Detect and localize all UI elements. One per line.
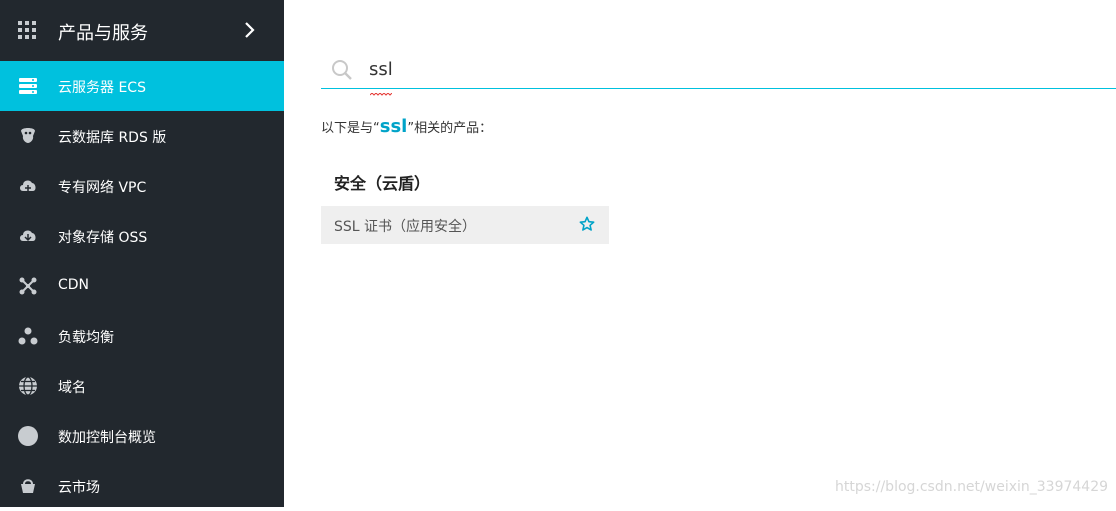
- chevron-right-icon[interactable]: [243, 21, 257, 44]
- sidebar-item-label: 域名: [58, 380, 86, 396]
- search-bar: [321, 52, 1116, 96]
- globe-icon: [18, 376, 38, 396]
- sidebar-item-cdn[interactable]: CDN: [0, 261, 284, 311]
- products-services-header[interactable]: 产品与服务: [0, 0, 284, 61]
- sidebar-item-oss[interactable]: 对象存储 OSS: [0, 211, 284, 261]
- sidebar-item-label: 数加控制台概览: [58, 430, 156, 446]
- result-prefix: 以下是与“: [321, 121, 380, 136]
- sidebar-item-label: 专有网络 VPC: [58, 180, 147, 196]
- result-summary: 以下是与“ssl”相关的产品：: [321, 116, 492, 137]
- cdn-icon: [18, 276, 38, 296]
- spellcheck-underline: [369, 82, 393, 101]
- sidebar-item-label: 对象存储 OSS: [58, 230, 148, 246]
- sidebar-item-market[interactable]: 云市场: [0, 461, 284, 511]
- category-title: 安全（云盾）: [334, 174, 431, 193]
- load-balancer-icon: [18, 326, 38, 346]
- database-icon: [18, 126, 38, 146]
- circle-icon: [18, 426, 38, 446]
- product-item-ssl[interactable]: SSL 证书（应用安全）: [321, 206, 609, 244]
- grid-icon: [18, 21, 36, 44]
- product-label: SSL 证书（应用安全）: [334, 219, 477, 235]
- cloud-network-icon: [18, 176, 38, 196]
- products-services-label: 产品与服务: [58, 23, 148, 44]
- search-input[interactable]: [369, 56, 1069, 82]
- star-outline-icon[interactable]: [579, 216, 595, 236]
- result-keyword: ssl: [379, 116, 408, 137]
- sidebar-item-domain[interactable]: 域名: [0, 361, 284, 411]
- sidebar-item-slb[interactable]: 负载均衡: [0, 311, 284, 361]
- sidebar-item-label: 负载均衡: [58, 330, 114, 346]
- result-suffix: ”相关的产品：: [407, 121, 493, 136]
- sidebar-item-ecs[interactable]: 云服务器 ECS: [0, 61, 284, 111]
- market-icon: [18, 476, 38, 496]
- server-icon: [18, 76, 38, 96]
- watermark: https://blog.csdn.net/weixin_33974429: [835, 479, 1109, 495]
- sidebar-item-rds[interactable]: 云数据库 RDS 版: [0, 111, 284, 161]
- sidebar: 产品与服务 云服务器 ECS 云数据库 RDS 版 专有网络 VPC 对象存储 …: [0, 0, 284, 507]
- sidebar-item-console-overview[interactable]: 数加控制台概览: [0, 411, 284, 461]
- sidebar-item-label: 云数据库 RDS 版: [58, 130, 167, 146]
- cloud-storage-icon: [18, 226, 38, 246]
- search-icon[interactable]: [330, 58, 354, 86]
- sidebar-item-label: CDN: [58, 277, 90, 293]
- sidebar-item-label: 云服务器 ECS: [58, 80, 146, 96]
- sidebar-item-label: 云市场: [58, 480, 100, 496]
- sidebar-item-vpc[interactable]: 专有网络 VPC: [0, 161, 284, 211]
- main-panel: 以下是与“ssl”相关的产品： 安全（云盾） SSL 证书（应用安全）: [284, 0, 1116, 507]
